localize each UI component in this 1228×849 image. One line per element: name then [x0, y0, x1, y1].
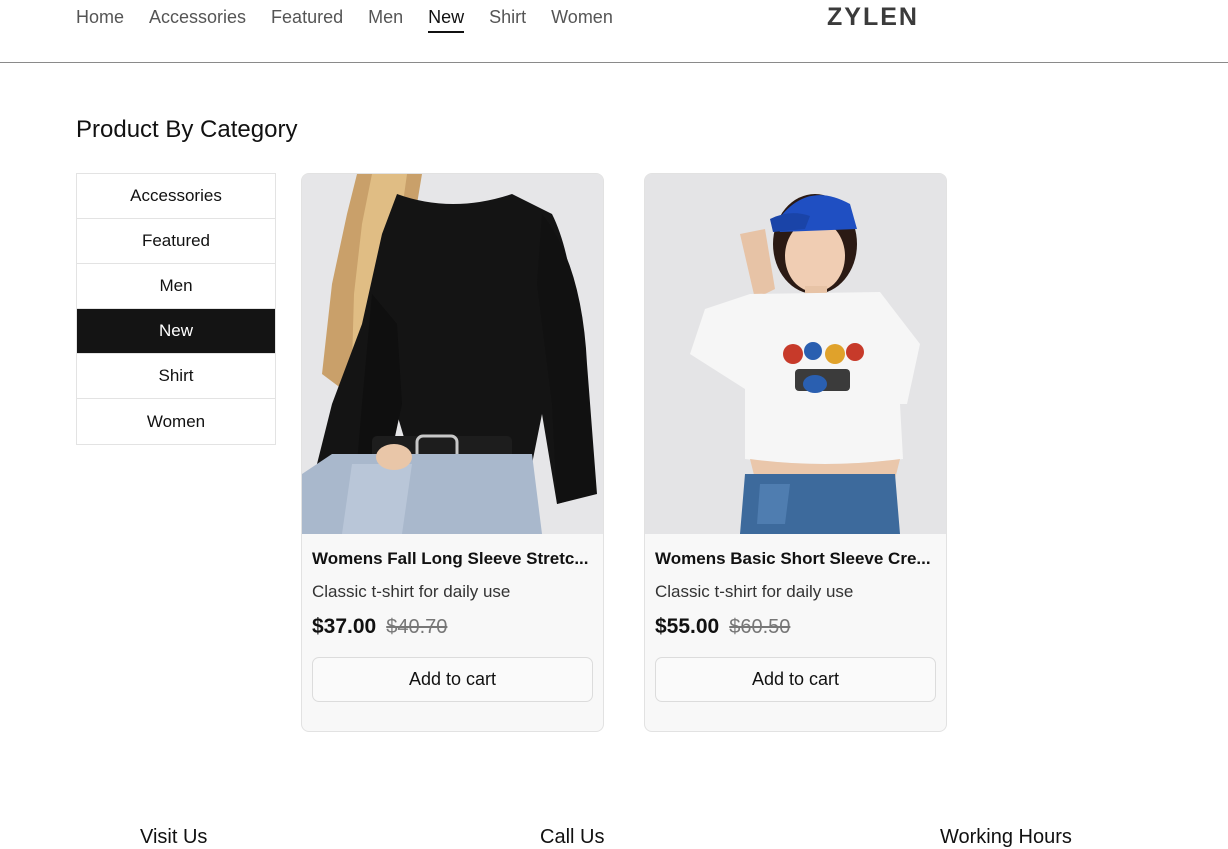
product-card: Womens Fall Long Sleeve Stretc... Classi…: [301, 173, 604, 732]
nav-new[interactable]: New: [428, 6, 465, 33]
product-image[interactable]: [302, 174, 603, 534]
footer-heading-visit: Visit Us: [140, 826, 208, 848]
product-info: Womens Fall Long Sleeve Stretc... Classi…: [302, 534, 603, 702]
woman-white-tee-image: [645, 174, 946, 534]
nav-shirt[interactable]: Shirt: [489, 6, 526, 33]
product-old-price: $60.50: [729, 616, 791, 638]
top-navbar: Home Accessories Featured Men New Shirt …: [0, 0, 1228, 63]
nav-home[interactable]: Home: [76, 6, 124, 33]
category-item-women[interactable]: Women: [77, 399, 275, 444]
category-item-men[interactable]: Men: [77, 264, 275, 309]
product-card: Womens Basic Short Sleeve Cre... Classic…: [644, 173, 947, 732]
category-list: Accessories Featured Men New Shirt Women: [76, 173, 276, 445]
brand-logo[interactable]: ZYLEN: [827, 3, 919, 32]
product-price: $55.00: [655, 615, 720, 638]
category-item-shirt[interactable]: Shirt: [77, 354, 275, 399]
price-row: $37.00 $40.70: [312, 615, 593, 639]
nav-accessories[interactable]: Accessories: [149, 6, 246, 33]
main-nav: Home Accessories Featured Men New Shirt …: [76, 6, 613, 33]
product-image[interactable]: [645, 174, 946, 534]
nav-women[interactable]: Women: [551, 6, 613, 33]
product-info: Womens Basic Short Sleeve Cre... Classic…: [645, 534, 946, 702]
woman-black-top-image: [302, 174, 603, 534]
product-description: Classic t-shirt for daily use: [312, 582, 511, 601]
product-description: Classic t-shirt for daily use: [655, 582, 854, 601]
product-old-price: $40.70: [386, 616, 448, 638]
product-price: $37.00: [312, 615, 377, 638]
product-title[interactable]: Womens Fall Long Sleeve Stretc...: [312, 548, 593, 570]
add-to-cart-button[interactable]: Add to cart: [655, 657, 936, 702]
footer-heading-call: Call Us: [540, 826, 605, 848]
footer-heading-hours: Working Hours: [940, 826, 1072, 848]
category-item-featured[interactable]: Featured: [77, 219, 275, 264]
nav-featured[interactable]: Featured: [271, 6, 343, 33]
category-item-accessories[interactable]: Accessories: [77, 174, 275, 219]
nav-men[interactable]: Men: [368, 6, 403, 33]
price-row: $55.00 $60.50: [655, 615, 936, 639]
page-title: Product By Category: [76, 116, 298, 143]
product-title[interactable]: Womens Basic Short Sleeve Cre...: [655, 548, 936, 570]
add-to-cart-button[interactable]: Add to cart: [312, 657, 593, 702]
category-item-new[interactable]: New: [77, 309, 275, 354]
